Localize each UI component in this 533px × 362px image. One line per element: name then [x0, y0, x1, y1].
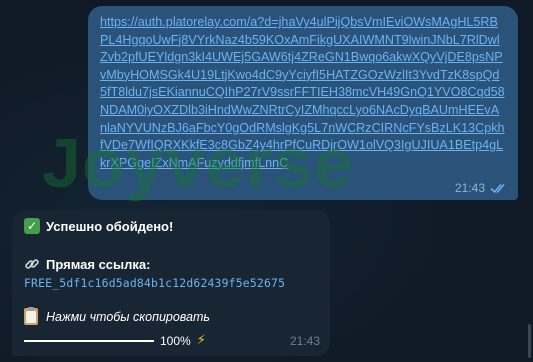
success-text: Успешно обойдено! — [46, 218, 174, 234]
double-check-icon — [490, 183, 505, 194]
progress-bar — [24, 339, 154, 342]
clipboard-icon — [24, 307, 38, 325]
chat-area[interactable]: Joyverse https://auth.platorelay.com/a?d… — [0, 0, 533, 362]
link-icon — [25, 259, 39, 269]
progress-bar-fill — [24, 339, 154, 342]
incoming-time: 21:43 — [289, 334, 320, 348]
progress-text: 100% — [160, 333, 191, 348]
progress-row: 100% ⚡ — [24, 333, 206, 348]
direct-link-row: Прямая ссылка: — [24, 256, 150, 272]
copy-row[interactable]: Нажми чтобы скопировать — [24, 307, 210, 325]
outgoing-meta: 21:43 — [455, 181, 508, 195]
outgoing-time: 21:43 — [454, 181, 485, 195]
key-code[interactable]: FREE_5df1c16d5ad84b1c12d62439f5e52675 — [24, 276, 285, 290]
copy-text: Нажми чтобы скопировать — [46, 309, 210, 324]
incoming-message[interactable]: ✓ Успешно обойдено! Прямая ссылка: FREE_… — [12, 210, 330, 356]
check-mark-icon: ✓ — [24, 218, 40, 234]
scrollbar[interactable] — [528, 324, 531, 358]
high-voltage-icon: ⚡ — [196, 333, 206, 348]
outgoing-message[interactable]: https://auth.platorelay.com/a?d=jhaVy4ul… — [88, 6, 518, 200]
direct-link-label: Прямая ссылка: — [46, 256, 151, 272]
success-row: ✓ Успешно обойдено! — [24, 218, 173, 234]
auth-link[interactable]: https://auth.platorelay.com/a?d=jhaVy4ul… — [100, 14, 506, 172]
